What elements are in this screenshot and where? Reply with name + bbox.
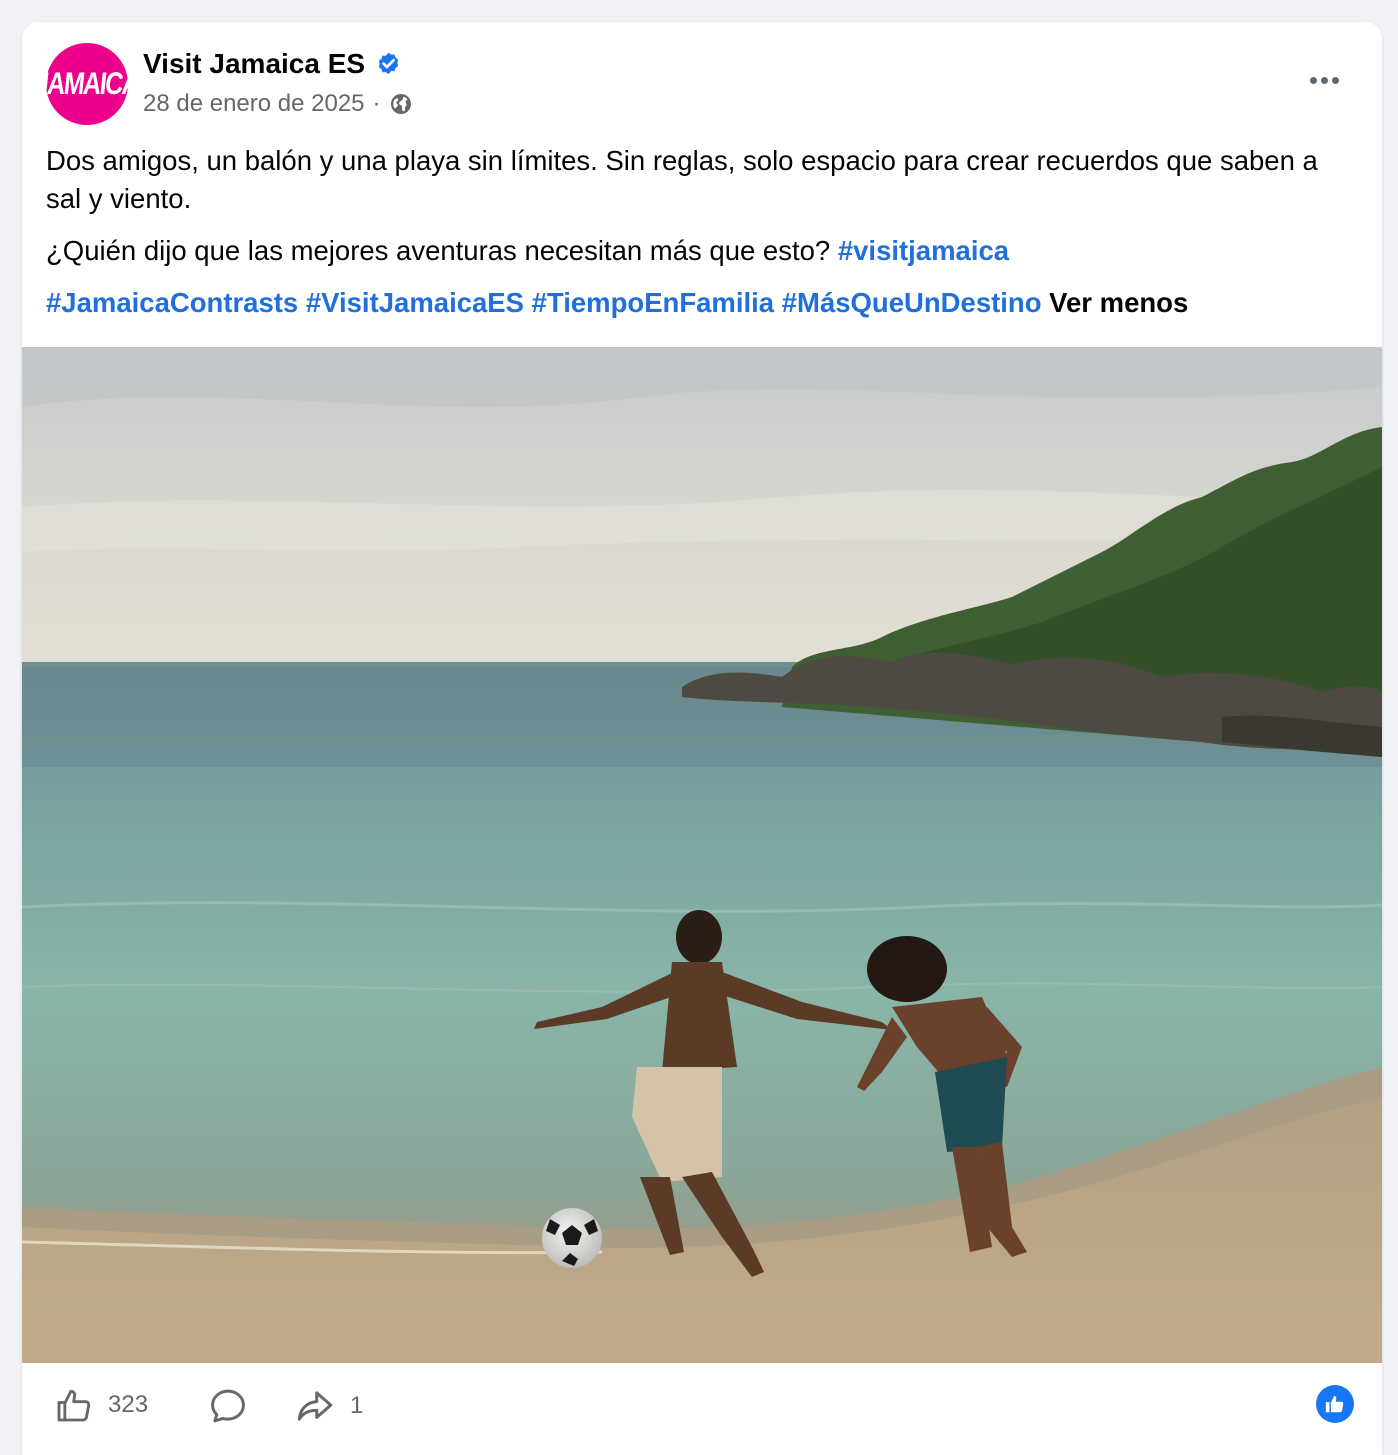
hashtag-link[interactable]: #MásQueUnDestino: [782, 287, 1042, 318]
page-avatar[interactable]: JAMAICA: [34, 43, 141, 125]
share-icon: [297, 1391, 333, 1421]
post-text: Dos amigos, un balón y una playa sin lím…: [46, 142, 1356, 336]
globe-icon: [390, 94, 411, 114]
hashtag-link[interactable]: #visitjamaica: [838, 235, 1009, 266]
page-name-row: Visit Jamaica ES: [143, 48, 402, 80]
more-dot: [1331, 76, 1339, 84]
soccer-ball: [542, 1208, 602, 1268]
like-reaction-icon[interactable]: [1316, 1385, 1354, 1423]
post-date[interactable]: 28 de enero de 2025: [143, 90, 365, 118]
verified-badge-icon: [378, 52, 399, 74]
share-count: 1: [350, 1392, 364, 1419]
post-meta: 28 de enero de 2025 ·: [143, 90, 413, 118]
avatar-logo-text: JAMAICA: [33, 65, 141, 101]
more-options-icon[interactable]: [1304, 70, 1344, 90]
post-hashtags: #JamaicaContrasts #VisitJamaicaES #Tiemp…: [46, 284, 1356, 322]
like-button[interactable]: 323: [54, 1385, 148, 1425]
share-button[interactable]: 1: [294, 1385, 363, 1427]
hashtag-link[interactable]: #TiempoEnFamilia: [532, 287, 774, 318]
post-card: JAMAICA Visit Jamaica ES 28 de enero de …: [22, 22, 1382, 1455]
like-count: 323: [108, 1391, 149, 1418]
post-photo[interactable]: [22, 347, 1382, 1363]
post-actions-bar: 323 1: [22, 1363, 1382, 1455]
see-less-link[interactable]: Ver menos: [1049, 287, 1188, 318]
post-paragraph-1: Dos amigos, un balón y una playa sin lím…: [46, 145, 1318, 214]
beach-photo-illustration: [22, 347, 1382, 1363]
post-paragraph-2-text: ¿Quién dijo que las mejores aventuras ne…: [46, 235, 831, 266]
hashtag-link[interactable]: #JamaicaContrasts: [46, 287, 298, 318]
more-dot: [1320, 76, 1328, 84]
thumbs-up-icon: [57, 1389, 91, 1422]
more-dot: [1309, 76, 1317, 84]
comment-button[interactable]: [207, 1385, 249, 1427]
hashtag-link[interactable]: #VisitJamaicaES: [306, 287, 524, 318]
comment-icon: [211, 1389, 245, 1423]
meta-separator: ·: [372, 90, 381, 117]
post-paragraph-2: ¿Quién dijo que las mejores aventuras ne…: [46, 232, 1356, 270]
page-name[interactable]: Visit Jamaica ES: [143, 48, 365, 80]
thumbs-up-icon: [1325, 1396, 1344, 1413]
